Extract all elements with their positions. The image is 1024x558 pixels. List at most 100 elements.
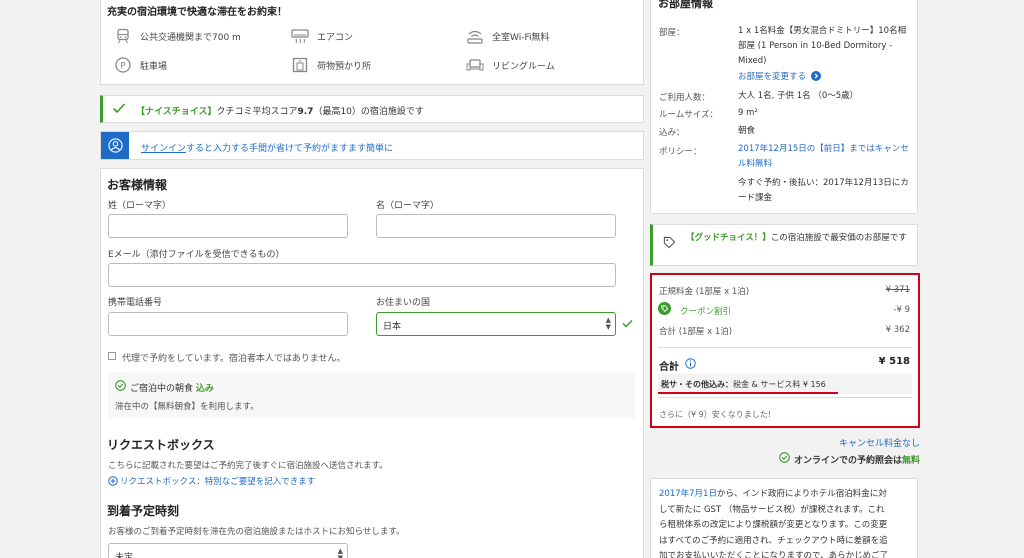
luggage-icon xyxy=(291,57,309,73)
arrival-select[interactable]: 未定 ▲ ▼ xyxy=(108,543,348,558)
good-choice-text: この宿泊施設で最安価のお部屋です xyxy=(770,233,907,243)
amenity-aircon: エアコン xyxy=(291,28,353,44)
subtotal-value: ¥ 362 xyxy=(885,325,910,335)
train-icon xyxy=(114,28,132,44)
signin-text: すると入力する手間が省けて予約がますます簡単に xyxy=(186,144,394,154)
room-size-label: ルームサイズ： xyxy=(659,110,718,120)
change-room-link-text: お部屋を変更する xyxy=(738,72,807,82)
plus-circle-icon xyxy=(108,476,118,489)
divider xyxy=(658,397,912,398)
nice-choice-text: クチコミ平均スコア xyxy=(216,107,298,117)
policy-label: ポリシー： xyxy=(659,147,702,157)
amenity-luggage: 荷物預かり所 xyxy=(291,57,371,73)
amenity-transport: 公共交通機関まで700 m xyxy=(114,28,241,44)
change-room-link[interactable]: お部屋を変更する xyxy=(738,70,821,84)
amenity-label: 公共交通機関まで700 m xyxy=(140,32,241,43)
amenity-label: 全室Wi-Fi無料 xyxy=(492,32,550,43)
select-arrows-icon: ▲ ▼ xyxy=(337,547,343,558)
request-box-title: リクエストボックス xyxy=(107,438,215,452)
room-size-value: 9 m² xyxy=(738,108,758,118)
request-box-link-text: リクエストボックス：特別なご要望を記入できます xyxy=(120,477,316,487)
payment-value: 今すぐ予約・後払い：2017年12月13日にカード課金 xyxy=(738,178,909,203)
coupon-value: -¥ 9 xyxy=(893,305,910,315)
nice-choice-score: 9.7 xyxy=(297,107,314,117)
online-confirm-text: オンラインでの予約照会は xyxy=(793,455,902,466)
coupon-label: クーポン割引 xyxy=(680,307,732,317)
regular-price-label: 正規料金 (1部屋 x 1泊) xyxy=(659,287,750,297)
select-arrows-icon: ▲ ▼ xyxy=(605,316,611,331)
good-choice-tag: 【グッドチョイス！】 xyxy=(686,233,771,243)
phone-input[interactable] xyxy=(108,312,348,336)
email-input[interactable] xyxy=(108,263,616,287)
tax-label: 税サ・その他込み： xyxy=(661,380,733,389)
country-select-value: 日本 xyxy=(383,322,402,332)
regular-price-value: ¥ 371 xyxy=(885,285,910,295)
amenity-label: リビングルーム xyxy=(492,61,555,72)
total-value: ¥ 518 xyxy=(878,356,910,367)
parking-icon: P xyxy=(114,57,132,73)
country-select[interactable]: 日本 ▲ ▼ xyxy=(376,312,616,336)
country-valid-check-icon xyxy=(622,319,633,331)
gst-notice-card: 2017年7月1日から、インド政府によりホテル宿泊料金に対 して新たに GST … xyxy=(650,478,918,558)
room-value: 1 x 1名料金【男女混合ドミトリー】10名相部屋 (1 Person in 1… xyxy=(738,26,907,66)
arrival-title: 到着予定時刻 xyxy=(107,504,180,518)
price-tag-icon xyxy=(663,236,676,252)
room-label: 部屋： xyxy=(659,28,685,38)
gst-line: して新たに GST （物品サービス税）が課税されます。これ xyxy=(659,504,885,515)
request-box-desc: こちらに記載された要望はご予約完了後すぐに宿泊施設へ送信されます。 xyxy=(108,461,388,471)
amenity-wifi: 全室Wi-Fi無料 xyxy=(466,28,549,44)
breakfast-info-box: ご宿泊中の朝食 込み 滞在中の【無料朝食】を利用します。 xyxy=(108,372,635,418)
gst-date-link[interactable]: 2017年7月1日 xyxy=(659,489,717,499)
breakfast-text: 滞在中の【無料朝食】を利用します。 xyxy=(115,402,259,412)
nice-choice-banner: 【ナイスチョイス】クチコミ平均スコア9.7（最高10）の宿泊施設です xyxy=(100,95,644,123)
phone-label: 携帯電話番号 xyxy=(108,298,163,308)
last-name-label: 姓（ローマ字） xyxy=(108,201,172,211)
gst-line: 加でお支払いいただくことになりますので、あらかじめご了 xyxy=(659,551,889,558)
amenity-living-room: リビングルーム xyxy=(466,57,555,73)
arrival-desc: お客様のご到着予定時刻を滞在先の宿泊施設またはホストにお知らせします。 xyxy=(108,527,405,537)
info-icon[interactable] xyxy=(685,358,696,372)
check-circle-icon xyxy=(115,380,126,394)
last-name-input[interactable] xyxy=(108,214,348,238)
proxy-label: 代理で予約をしています。宿泊者本人ではありません。 xyxy=(122,354,346,364)
room-info-card: お部屋情報 部屋： 1 x 1名料金【男女混合ドミトリー】10名相部屋 (1 P… xyxy=(650,0,918,214)
wifi-icon xyxy=(466,28,484,44)
country-label: お住まいの国 xyxy=(376,298,431,308)
amenities-card: 充実の宿泊環境で快適な滞在をお約束！ 公共交通機関まで700 m エアコン 全室… xyxy=(100,0,644,85)
nice-choice-tag: 【ナイスチョイス】 xyxy=(136,107,217,117)
amenity-label: 駐車場 xyxy=(140,61,168,72)
request-box-link[interactable]: リクエストボックス：特別なご要望を記入できます xyxy=(108,475,315,489)
sofa-icon xyxy=(466,57,484,73)
check-icon xyxy=(112,102,126,117)
included-label: 込み： xyxy=(659,128,685,138)
breakfast-title: ご宿泊中の朝食 xyxy=(130,384,194,394)
first-name-label: 名（ローマ字） xyxy=(376,201,440,211)
signin-link[interactable]: サインイン xyxy=(141,144,186,154)
guest-info-form: お客様情報 姓（ローマ字） 名（ローマ字） Eメール（添付ファイルを受信できるも… xyxy=(100,168,644,558)
air-conditioner-icon xyxy=(291,28,309,44)
good-choice-banner: 【グッドチョイス！】この宿泊施設で最安価のお部屋です xyxy=(650,224,918,266)
first-name-input[interactable] xyxy=(376,214,616,238)
amenity-label: 荷物預かり所 xyxy=(317,61,372,72)
svg-text:P: P xyxy=(120,62,126,72)
no-cancel-fee-link[interactable]: キャンセル料金なし xyxy=(839,436,920,449)
guests-value: 大人 1名, 子供 1名 （0〜5歳） xyxy=(738,91,859,101)
price-breakdown-card: 正規料金 (1部屋 x 1泊) ¥ 371 クーポン割引 -¥ 9 合計 (1部… xyxy=(650,273,920,428)
gst-line: はすべてのご予約に適用され、チェックアウト時に差額を追 xyxy=(659,535,888,546)
amenity-parking: P 駐車場 xyxy=(114,57,167,73)
gst-line: 2017年7月1日から、インド政府によりホテル宿泊料金に対 xyxy=(659,489,887,499)
check-circle-icon xyxy=(779,452,790,466)
saving-text: さらに（¥ 9）安くなりました! xyxy=(659,410,771,419)
tax-underline-annotation xyxy=(658,392,838,394)
proxy-checkbox[interactable] xyxy=(108,352,116,360)
amenity-label: エアコン xyxy=(317,32,354,43)
room-info-title: お部屋情報 xyxy=(658,0,713,10)
email-label: Eメール（添付ファイルを受信できるもの） xyxy=(108,250,285,260)
nice-choice-text-after: （最高10）の宿泊施設です xyxy=(313,107,424,117)
amenities-heading: 充実の宿泊環境で快適な滞在をお約束！ xyxy=(107,7,287,18)
coupon-icon xyxy=(658,302,671,318)
gst-line: ら租税体系の改定により課税額が変更となります。この変更 xyxy=(659,520,888,530)
divider xyxy=(658,347,912,348)
chevron-right-circle-icon xyxy=(810,71,821,84)
total-label: 合計 xyxy=(659,362,679,373)
